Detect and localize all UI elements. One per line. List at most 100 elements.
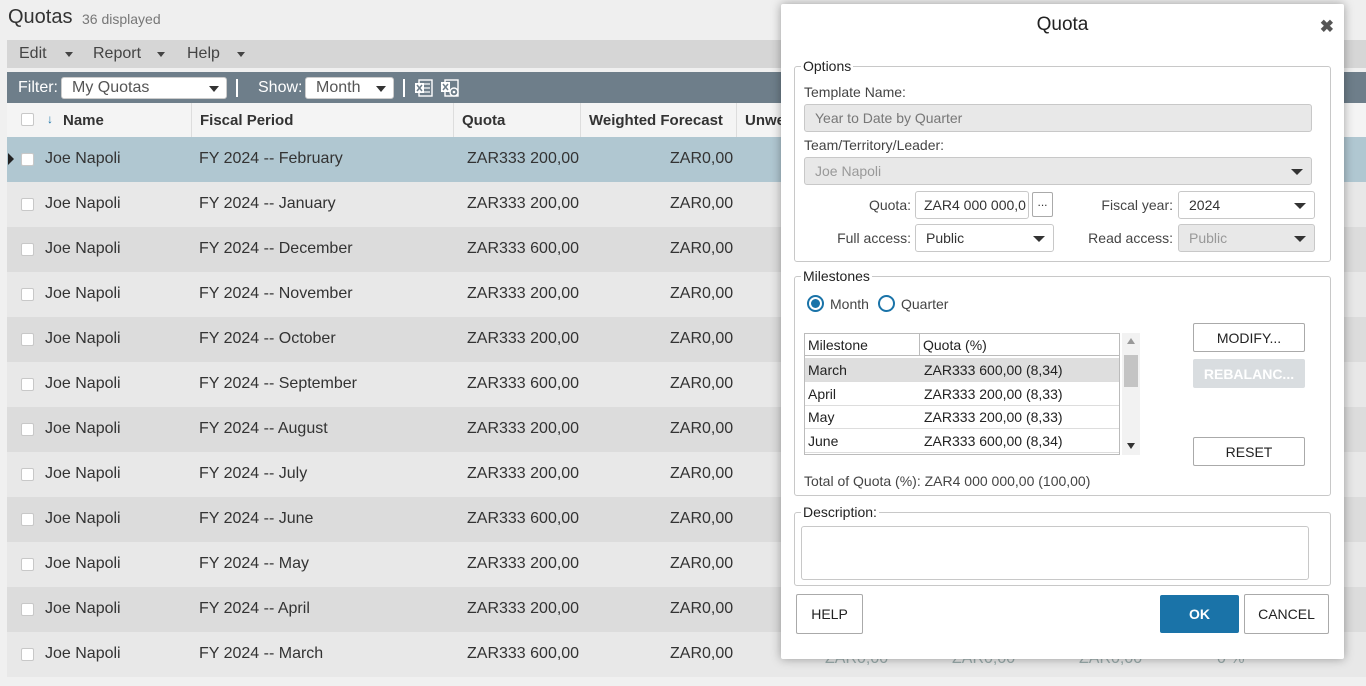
scroll-thumb[interactable] [1124,355,1138,387]
row-checkbox[interactable] [21,513,34,526]
template-name-label: Template Name: [804,84,906,100]
cell-fiscal-period: FY 2024 -- July [199,465,308,482]
milestones-total: Total of Quota (%): ZAR4 000 000,00 (100… [804,473,1091,489]
quota-more-button[interactable]: ... [1032,192,1053,217]
row-checkbox[interactable] [21,198,34,211]
show-select[interactable]: Month [305,77,394,99]
cell-fiscal-period: FY 2024 -- June [199,510,314,527]
fiscal-year-select[interactable]: 2024 [1178,191,1315,219]
column-header-name[interactable]: ↓ Name [43,103,192,138]
dialog-title: Quota [1036,14,1089,35]
sort-down-icon: ↓ [47,112,53,126]
milestone-row[interactable]: June ZAR333 600,00 (8,34) [805,429,1119,453]
menu-report[interactable]: Report [93,45,141,63]
chevron-down-icon [209,86,219,92]
scroll-down-icon[interactable] [1127,443,1135,449]
menu-edit[interactable]: Edit [19,45,47,63]
radio-quarter[interactable] [878,295,895,312]
row-checkbox[interactable] [21,558,34,571]
cell-quota: ZAR333 200,00 [467,330,580,347]
milestone-row[interactable]: May ZAR333 200,00 (8,33) [805,405,1119,429]
row-checkbox[interactable] [21,423,34,436]
cell-weighted-forecast: ZAR0,00 [670,510,734,527]
milestone-row[interactable]: April ZAR333 200,00 (8,33) [805,382,1119,406]
description-legend: Description: [803,504,877,520]
cell-weighted-forecast: ZAR0,00 [670,285,734,302]
template-name-field: Year to Date by Quarter [804,104,1312,132]
close-icon[interactable]: ✖ [1320,17,1334,37]
modify-button[interactable]: MODIFY... [1193,323,1305,352]
show-label: Show: [258,79,303,96]
separator [403,79,405,97]
chevron-down-icon[interactable] [157,52,165,57]
chevron-down-icon[interactable] [237,52,245,57]
current-row-indicator-icon [8,153,14,165]
row-divider [805,452,1119,453]
cell-quota: ZAR333 200,00 [467,285,580,302]
select-all-checkbox[interactable] [21,113,34,126]
ok-button[interactable]: OK [1160,595,1239,633]
cell-fiscal-period: FY 2024 -- March [199,645,324,662]
cell-weighted-forecast: ZAR0,00 [670,240,734,257]
cancel-button[interactable]: CANCEL [1244,594,1329,634]
description-textarea[interactable] [801,526,1309,580]
column-header-fiscal-period[interactable]: Fiscal Period [192,103,454,138]
cell-quota: ZAR333 200,00 [467,465,580,482]
cell-quota: ZAR333 200,00 [467,600,580,617]
cell-weighted-forecast: ZAR0,00 [670,195,734,212]
read-access-select: Public [1178,224,1315,252]
reset-button[interactable]: RESET [1193,437,1305,466]
cell-name: Joe Napoli [45,465,121,482]
menu-help[interactable]: Help [187,45,220,63]
read-access-value: Public [1189,230,1228,246]
cell-name: Joe Napoli [45,195,121,212]
quota-label: Quota: [868,197,911,213]
cell-weighted-forecast: ZAR0,00 [670,420,734,437]
row-checkbox[interactable] [21,378,34,391]
filter-select[interactable]: My Quotas [61,77,227,99]
row-checkbox[interactable] [21,468,34,481]
milestones-scrollbar[interactable] [1122,333,1140,455]
cell-fiscal-period: FY 2024 -- February [199,150,343,167]
show-select-value: Month [316,79,361,96]
cell-name: Joe Napoli [45,510,121,527]
milestone-row[interactable]: March ZAR333 600,00 (8,34) [805,358,1119,382]
column-header-quota[interactable]: Quota [454,103,581,138]
quota-percent-column-header: Quota (%) [920,334,1119,356]
full-access-value: Public [926,230,965,246]
chevron-down-icon [1294,236,1306,242]
filter-label: Filter: [18,79,58,96]
radio-quarter-label: Quarter [901,296,949,312]
cell-quota: ZAR333 200,00 [467,555,580,572]
cell-name: Joe Napoli [45,150,121,167]
cell-weighted-forecast: ZAR0,00 [670,150,734,167]
scroll-up-icon[interactable] [1127,338,1135,344]
chevron-down-icon [1294,203,1306,209]
help-button[interactable]: HELP [796,594,863,634]
cell-weighted-forecast: ZAR0,00 [670,645,734,662]
row-checkbox[interactable] [21,603,34,616]
row-checkbox[interactable] [21,243,34,256]
row-checkbox[interactable] [21,288,34,301]
excel-export-icon[interactable] [414,78,434,98]
page-title: Quotas [8,6,73,28]
cell-name: Joe Napoli [45,600,121,617]
team-select-value: Joe Napoli [815,163,882,179]
cell-quota: ZAR333 200,00 [467,195,580,212]
cell-name: Joe Napoli [45,240,121,257]
excel-settings-icon[interactable] [440,78,460,98]
row-checkbox[interactable] [21,153,34,166]
cell-fiscal-period: FY 2024 -- November [199,285,353,302]
cell-name: Joe Napoli [45,285,121,302]
cell-quota: ZAR333 600,00 [467,510,580,527]
cell-fiscal-period: FY 2024 -- September [199,375,358,392]
row-checkbox[interactable] [21,648,34,661]
record-count: 36 displayed [82,11,161,27]
full-access-select[interactable]: Public [915,224,1054,252]
quota-input[interactable]: ZAR4 000 000,0 [915,191,1029,219]
read-access-label: Read access: [1088,230,1173,246]
radio-month[interactable] [807,295,824,312]
chevron-down-icon[interactable] [65,52,73,57]
column-header-weighted-forecast[interactable]: Weighted Forecast [581,103,737,138]
row-checkbox[interactable] [21,333,34,346]
